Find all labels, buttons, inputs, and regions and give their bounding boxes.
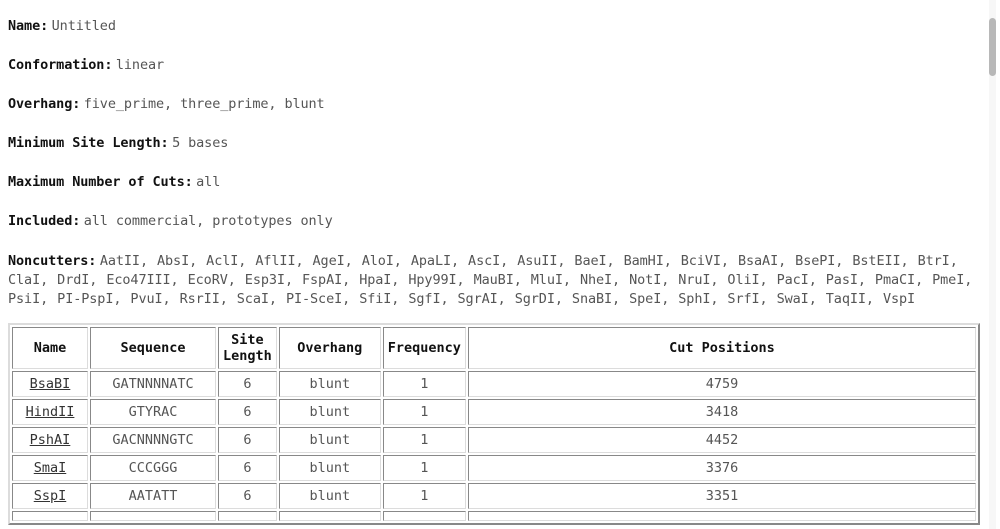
column-header-frequency[interactable]: Frequency	[382, 327, 466, 369]
table-row: HindII GTYRAC 6 blunt 1 3418	[12, 399, 976, 425]
cell-cut-positions	[467, 511, 976, 521]
enzyme-link[interactable]: SmaI	[34, 460, 67, 476]
cell-cut-positions: 3418	[467, 399, 976, 425]
cell-site-length	[218, 511, 277, 521]
enzyme-link[interactable]: BsaBI	[30, 376, 71, 392]
enzyme-link[interactable]: PshAI	[30, 432, 71, 448]
enzyme-link[interactable]: HindII	[26, 404, 75, 420]
summary-line-name: Name: Untitled	[8, 18, 980, 35]
summary-value-conformation: linear	[115, 57, 165, 73]
cell-cut-positions: 3351	[467, 483, 976, 509]
summary-section: Name: Untitled Conformation: linear Over…	[0, 0, 1000, 309]
summary-label-noncutters: Noncutters:	[8, 253, 97, 269]
summary-value-noncutters: AatII, AbsI, AclI, AflII, AgeI, AloI, Ap…	[8, 253, 973, 307]
column-header-sequence[interactable]: Sequence	[90, 327, 216, 369]
summary-label-maximum-number-of-cuts: Maximum Number of Cuts:	[8, 174, 193, 190]
table-body: BsaBI GATNNNNATC 6 blunt 1 4759 HindII G…	[12, 371, 976, 521]
table-row: SmaI CCCGGG 6 blunt 1 3376	[12, 455, 976, 481]
column-header-site-length-line2: Length	[223, 348, 272, 364]
results-table-container: Name Sequence Site Length Overhang Freque…	[0, 323, 1000, 525]
cell-name: PshAI	[12, 427, 88, 453]
summary-label-conformation: Conformation:	[8, 57, 113, 73]
summary-label-overhang: Overhang:	[8, 96, 81, 112]
vertical-scrollbar-track[interactable]	[989, 0, 996, 529]
summary-value-included: all commercial, prototypes only	[83, 213, 333, 229]
cell-name: SmaI	[12, 455, 88, 481]
cell-sequence: AATATT	[90, 483, 216, 509]
column-header-site-length[interactable]: Site Length	[218, 327, 277, 369]
column-header-overhang[interactable]: Overhang	[278, 327, 381, 369]
summary-value-maximum-number-of-cuts: all	[196, 174, 221, 190]
cell-overhang: blunt	[278, 455, 381, 481]
cell-site-length: 6	[218, 483, 277, 509]
table-row: BsaBI GATNNNNATC 6 blunt 1 4759	[12, 371, 976, 397]
column-header-name[interactable]: Name	[12, 327, 88, 369]
cell-overhang: blunt	[278, 483, 381, 509]
summary-line-noncutters: Noncutters: AatII, AbsI, AclI, AflII, Ag…	[8, 252, 980, 309]
table-header: Name Sequence Site Length Overhang Freque…	[12, 327, 976, 369]
cell-sequence: CCCGGG	[90, 455, 216, 481]
cell-frequency: 1	[382, 427, 466, 453]
cell-name: BsaBI	[12, 371, 88, 397]
summary-value-name: Untitled	[51, 18, 116, 34]
summary-line-overhang: Overhang: five_prime, three_prime, blunt	[8, 96, 980, 113]
cell-frequency: 1	[382, 483, 466, 509]
summary-line-included: Included: all commercial, prototypes onl…	[8, 213, 980, 230]
summary-line-minimum-site-length: Minimum Site Length: 5 bases	[8, 135, 980, 152]
cell-frequency: 1	[382, 371, 466, 397]
cell-site-length: 6	[218, 399, 277, 425]
cell-name	[12, 511, 88, 521]
cell-overhang: blunt	[278, 371, 381, 397]
cell-site-length: 6	[218, 371, 277, 397]
cell-name: HindII	[12, 399, 88, 425]
table-row: PshAI GACNNNNGTC 6 blunt 1 4452	[12, 427, 976, 453]
summary-label-minimum-site-length: Minimum Site Length:	[8, 135, 169, 151]
cell-frequency	[382, 511, 466, 521]
summary-label-name: Name:	[8, 18, 49, 34]
cell-frequency: 1	[382, 399, 466, 425]
cell-name: SspI	[12, 483, 88, 509]
cell-site-length: 6	[218, 455, 277, 481]
enzyme-link[interactable]: SspI	[34, 488, 67, 504]
table-row: SspI AATATT 6 blunt 1 3351	[12, 483, 976, 509]
cell-overhang: blunt	[278, 427, 381, 453]
table-header-row: Name Sequence Site Length Overhang Freque…	[12, 327, 976, 369]
vertical-scrollbar-thumb[interactable]	[989, 18, 996, 76]
cell-sequence: GACNNNNGTC	[90, 427, 216, 453]
table-row	[12, 511, 976, 521]
cell-sequence: GTYRAC	[90, 399, 216, 425]
summary-label-included: Included:	[8, 213, 81, 229]
restriction-sites-table: Name Sequence Site Length Overhang Freque…	[8, 323, 980, 525]
cell-overhang	[278, 511, 381, 521]
cell-cut-positions: 4452	[467, 427, 976, 453]
cell-sequence	[90, 511, 216, 521]
column-header-cut-positions[interactable]: Cut Positions	[467, 327, 976, 369]
summary-value-minimum-site-length: 5 bases	[172, 135, 229, 151]
column-header-site-length-line1: Site	[231, 332, 264, 348]
summary-line-conformation: Conformation: linear	[8, 57, 980, 74]
restriction-enzyme-report-page: Name: Untitled Conformation: linear Over…	[0, 0, 1000, 529]
cell-sequence: GATNNNNATC	[90, 371, 216, 397]
cell-cut-positions: 3376	[467, 455, 976, 481]
cell-overhang: blunt	[278, 399, 381, 425]
cell-frequency: 1	[382, 455, 466, 481]
summary-line-maximum-number-of-cuts: Maximum Number of Cuts: all	[8, 174, 980, 191]
cell-cut-positions: 4759	[467, 371, 976, 397]
cell-site-length: 6	[218, 427, 277, 453]
summary-value-overhang: five_prime, three_prime, blunt	[83, 96, 325, 112]
